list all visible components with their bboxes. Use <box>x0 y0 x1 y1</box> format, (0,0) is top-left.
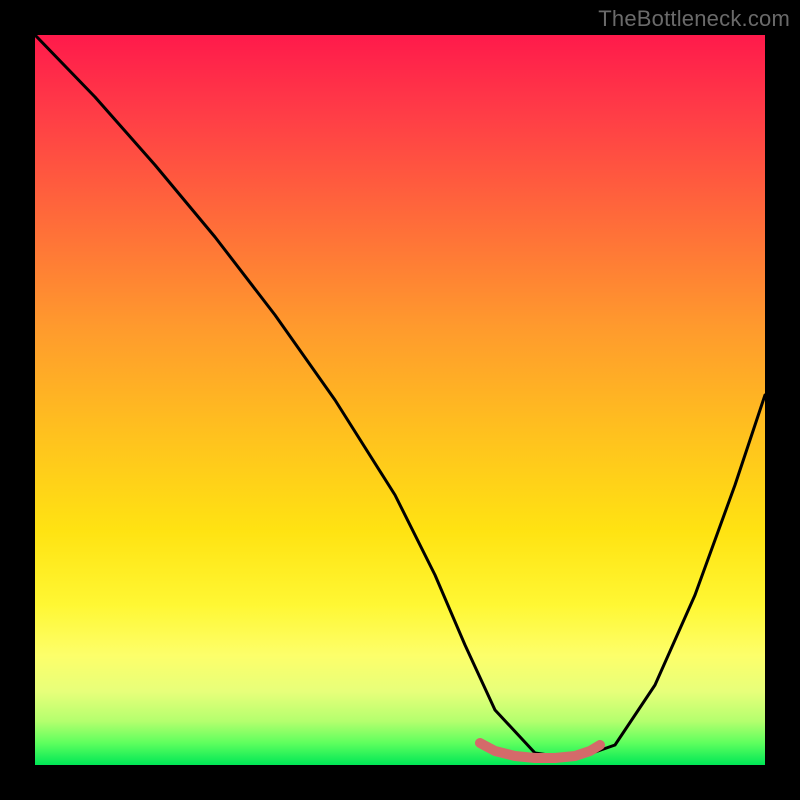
watermark-text: TheBottleneck.com <box>598 6 790 32</box>
plot-area <box>35 35 765 765</box>
bottleneck-curve-path <box>35 35 765 759</box>
bottleneck-min-band-path <box>480 743 600 758</box>
chart-frame: TheBottleneck.com <box>0 0 800 800</box>
curve-layer <box>35 35 765 765</box>
